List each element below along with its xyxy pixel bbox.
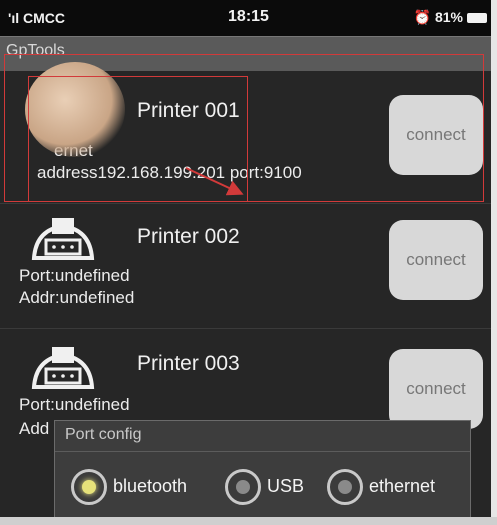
radio-label: USB (267, 476, 305, 496)
radio-option-usb[interactable]: USB (225, 464, 304, 509)
radio-button[interactable] (71, 468, 107, 505)
radio-button[interactable] (225, 468, 261, 505)
radio-option-bluetooth[interactable]: bluetooth (71, 464, 187, 509)
radio-dot (338, 479, 352, 494)
radio-selected-dot (82, 479, 96, 494)
port-config-dialog: Port config bluetooth USB ethernet (54, 420, 471, 525)
radio-option-ethernet[interactable]: ethernet (327, 464, 435, 509)
screen-edge (491, 0, 497, 525)
dialog-divider (55, 451, 470, 452)
screen-bottom-edge (0, 517, 497, 525)
radio-dot (236, 479, 250, 494)
radio-label: ethernet (369, 476, 436, 496)
dialog-title: Port config (65, 426, 142, 443)
annotation-arrow (185, 167, 244, 196)
radio-button[interactable] (327, 468, 363, 505)
radio-label: bluetooth (113, 476, 188, 496)
phone-screen: 'ıl CMCC 18:15 ⏰ 81% GpTools Printer 001… (0, 0, 497, 525)
